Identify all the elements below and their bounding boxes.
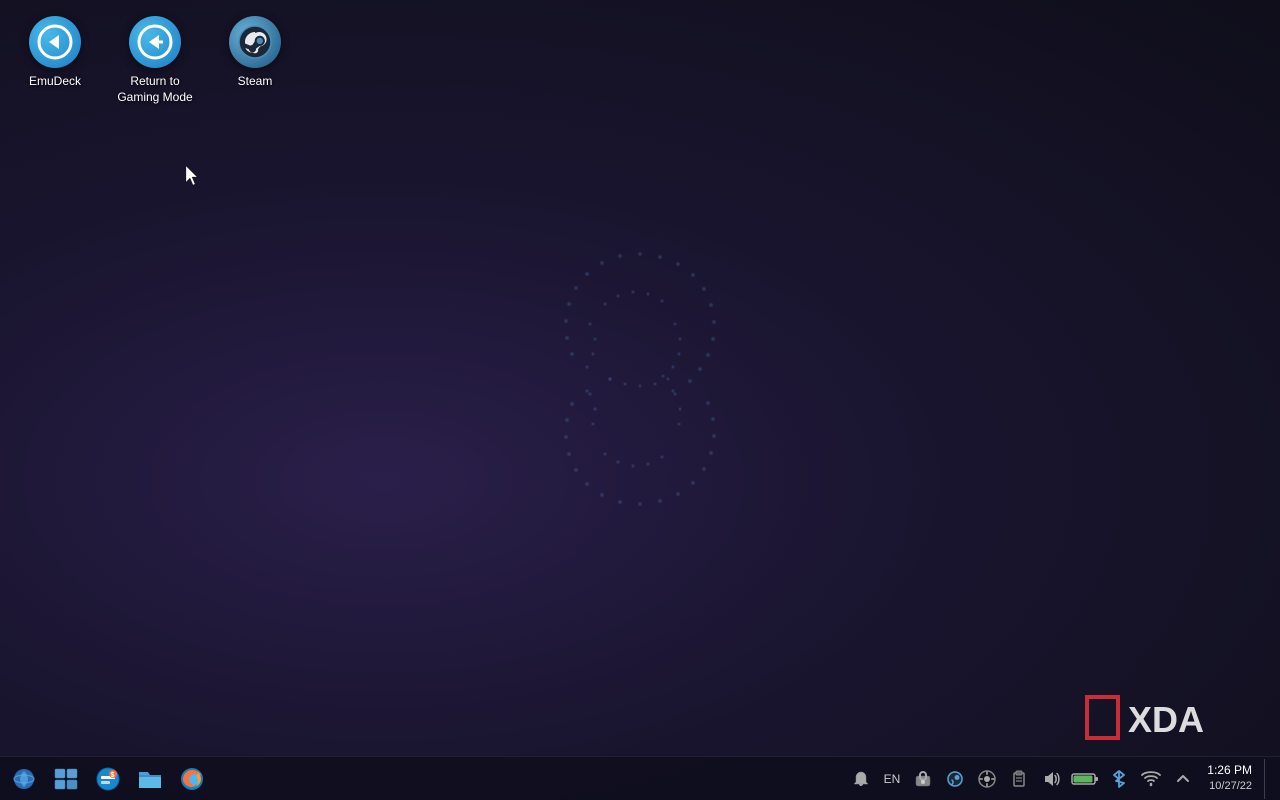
return-gaming-icon[interactable]: Return to Gaming Mode (110, 10, 200, 111)
emudeck-icon-image (29, 16, 81, 68)
battery-tray[interactable] (1069, 759, 1101, 799)
return-gaming-icon-image (129, 16, 181, 68)
svg-text:XDA: XDA (1128, 699, 1204, 740)
steam-tray-icon[interactable] (941, 759, 969, 799)
svg-text:$: $ (111, 772, 115, 779)
clock-date: 10/27/22 (1209, 779, 1252, 794)
language-label: EN (882, 772, 903, 786)
clock-area[interactable]: 1:26 PM 10/27/22 (1201, 762, 1258, 794)
plasma-menu-button[interactable] (4, 759, 44, 799)
desktop-icons-area: EmuDeck Return to Gaming Mode (10, 10, 300, 111)
return-gaming-label: Return to Gaming Mode (116, 74, 194, 105)
config-tray[interactable] (973, 759, 1001, 799)
clipboard-tray[interactable] (1005, 759, 1033, 799)
volume-tray[interactable] (1037, 759, 1065, 799)
bluetooth-tray[interactable] (1105, 759, 1133, 799)
steam-desktop-label: Steam (238, 74, 273, 90)
language-tray[interactable]: EN (879, 759, 906, 799)
network-tray[interactable] (1137, 759, 1165, 799)
taskbar-right: EN (847, 759, 1276, 799)
file-manager-button[interactable] (130, 759, 170, 799)
clock-time: 1:26 PM (1207, 762, 1252, 779)
steam-desktop-icon-image (229, 16, 281, 68)
emudeck-icon[interactable]: EmuDeck (10, 10, 100, 96)
show-desktop-button[interactable] (1264, 759, 1270, 799)
taskbar: $ (0, 756, 1280, 800)
steam-desktop-icon[interactable]: Steam (210, 10, 300, 96)
firefox-button[interactable] (172, 759, 212, 799)
notifications-tray[interactable] (847, 759, 875, 799)
desktop: EmuDeck Return to Gaming Mode (0, 0, 1280, 800)
mouse-cursor (186, 166, 200, 186)
taskbar-left: $ (4, 759, 212, 799)
task-manager-button[interactable] (46, 759, 86, 799)
xda-watermark: XDA (1080, 690, 1280, 750)
kleopatra-tray[interactable] (909, 759, 937, 799)
expand-tray-button[interactable] (1169, 759, 1197, 799)
emudeck-label: EmuDeck (29, 74, 81, 90)
wallpaper-logo (530, 224, 750, 544)
discover-button[interactable]: $ (88, 759, 128, 799)
